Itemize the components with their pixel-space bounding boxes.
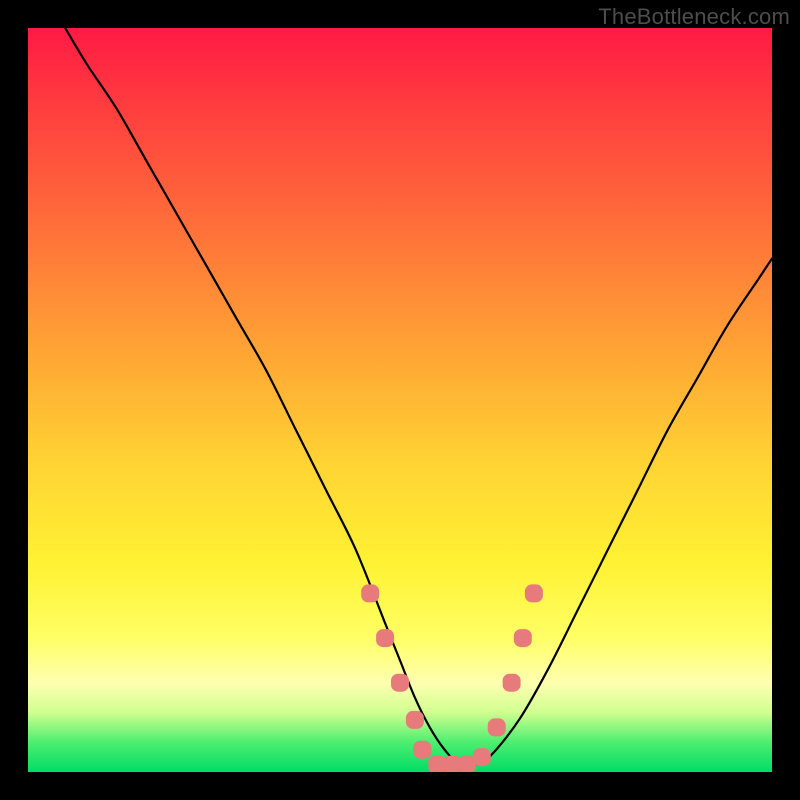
curve-marker [525,584,543,602]
watermark-text: TheBottleneck.com [598,4,790,30]
plot-area [28,28,772,772]
curve-marker [361,584,379,602]
chart-frame: TheBottleneck.com [0,0,800,800]
curve-marker [391,674,409,692]
curve-marker [514,629,532,647]
curve-marker [406,711,424,729]
curve-marker [503,674,521,692]
bottleneck-curve [65,28,772,766]
curve-markers [361,584,543,772]
curve-marker [488,718,506,736]
curve-marker [473,748,491,766]
curve-marker [376,629,394,647]
curve-marker [413,741,431,759]
curve-layer [28,28,772,772]
